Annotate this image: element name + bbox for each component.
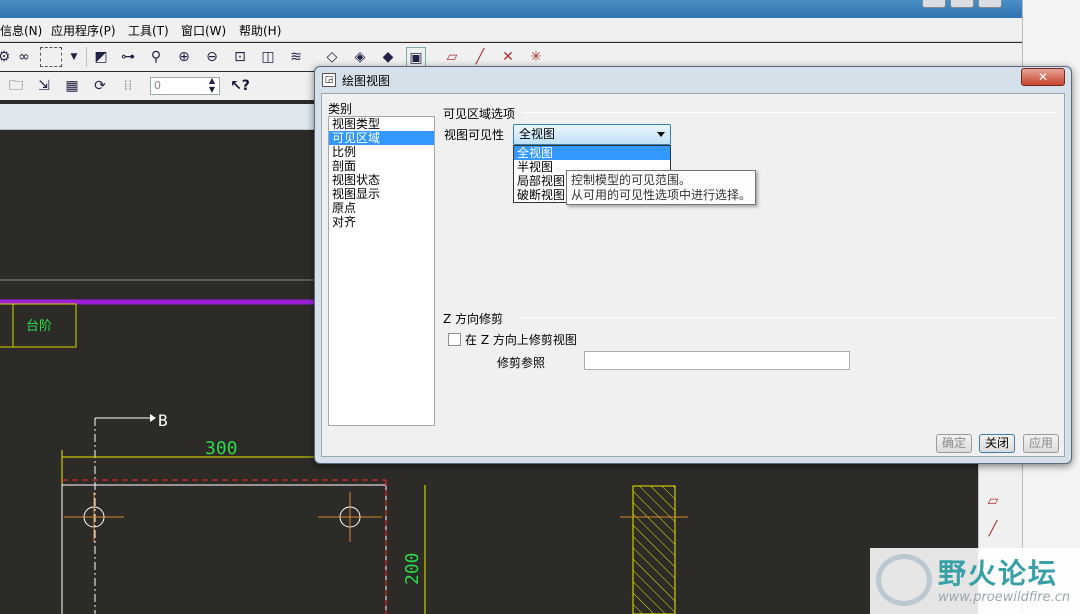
window-close-button[interactable] xyxy=(978,0,1002,8)
chevron-down-icon[interactable]: ▼ xyxy=(64,47,84,67)
category-list[interactable]: 视图类型 可见区域 比例 剖面 视图状态 视图显示 原点 对齐 xyxy=(328,116,435,426)
category-item-view-state[interactable]: 视图状态 xyxy=(329,173,434,187)
menu-help[interactable]: 帮助(H) xyxy=(239,22,281,39)
dialog-window-icon: ◲ xyxy=(322,73,336,87)
forum-watermark: 野火论坛 www.proewildfire.cn xyxy=(870,548,1080,614)
grid-icon[interactable]: ⁞⁞ xyxy=(118,76,138,96)
menu-tools[interactable]: 工具(T) xyxy=(128,22,169,39)
zoom-in-icon[interactable]: ⊕ xyxy=(174,47,194,67)
visibility-select[interactable]: 全视图 xyxy=(513,124,671,145)
move-icon[interactable]: ⇲ xyxy=(34,76,54,96)
toolbar-separator xyxy=(86,47,87,67)
datum-plane-side-icon[interactable]: ▱ xyxy=(983,491,1003,511)
z-trim-checkbox[interactable] xyxy=(448,333,461,346)
trim-reference-label: 修剪参照 xyxy=(497,356,546,370)
drawing-view-dialog: ◲ 绘图视图 ✕ 类别 视图类型 可见区域 比例 剖面 视图状态 视图显示 原点… xyxy=(314,66,1072,464)
tooltip-line-1: 控制模型的可见范围。 xyxy=(571,173,692,187)
trim-reference-field[interactable] xyxy=(584,351,850,370)
z-trim-group-title: Z 方向修剪 xyxy=(443,312,504,326)
dialog-body: 类别 视图类型 可见区域 比例 剖面 视图状态 视图显示 原点 对齐 可见区域选… xyxy=(321,93,1065,457)
visible-area-group-title: 可见区域选项 xyxy=(443,107,516,121)
folder-icon[interactable]: 🗀 xyxy=(6,76,26,96)
dimension-width: 300 xyxy=(205,438,238,459)
visibility-tooltip: 控制模型的可见范围。 从可用的可见性选项中进行选择。 xyxy=(566,170,756,205)
maximize-button[interactable] xyxy=(950,0,974,8)
coordinate-system-icon[interactable]: ✳ xyxy=(526,47,546,67)
group-divider xyxy=(522,112,1058,113)
category-item-section[interactable]: 剖面 xyxy=(329,159,434,173)
category-item-visible-area[interactable]: 可见区域 xyxy=(329,131,434,145)
datum-axis-side-icon[interactable]: ╱ xyxy=(983,519,1003,539)
section-label: B xyxy=(158,411,168,430)
minimize-button[interactable] xyxy=(922,0,946,8)
binoculars-icon[interactable]: ∞ xyxy=(14,47,34,67)
hidden-line-icon[interactable]: ◈ xyxy=(350,47,370,67)
menu-info[interactable]: 信息(N) xyxy=(0,22,42,39)
section-hatch xyxy=(632,485,676,614)
part-outline xyxy=(61,484,387,614)
zoom-out-icon[interactable]: ⊖ xyxy=(202,47,222,67)
dialog-close-button[interactable]: ✕ xyxy=(1021,68,1065,86)
close-button[interactable]: 关闭 xyxy=(979,434,1015,453)
category-label: 类别 xyxy=(328,102,353,116)
section-arrow-head xyxy=(150,414,156,422)
category-item-view-display[interactable]: 视图显示 xyxy=(329,187,434,201)
apply-button[interactable]: 应用 xyxy=(1023,434,1059,453)
filter-icon[interactable]: ⚲ xyxy=(146,47,166,67)
z-trim-divider xyxy=(518,317,1058,318)
watermark-url: www.proewildfire.cn xyxy=(938,590,1071,605)
edit-view-icon[interactable]: ◩ xyxy=(91,47,111,67)
no-hidden-icon[interactable]: ◆ xyxy=(378,47,398,67)
datum-point-icon[interactable]: ✕ xyxy=(498,47,518,67)
layers-icon[interactable]: ≋ xyxy=(286,47,306,67)
wireframe-icon[interactable]: ◇ xyxy=(322,47,342,67)
chevron-down-icon xyxy=(657,132,665,137)
zoom-fit-icon[interactable]: ⊡ xyxy=(230,47,250,67)
spinner-arrows-icon[interactable]: ▲ ▼ xyxy=(202,76,222,96)
select-box-icon[interactable] xyxy=(40,47,62,67)
visibility-select-value: 全视图 xyxy=(519,127,556,141)
table-icon[interactable]: ▦ xyxy=(62,76,82,96)
ok-button[interactable]: 确定 xyxy=(936,434,972,453)
tag-text: 台阶 xyxy=(26,319,52,334)
z-trim-checkbox-label: 在 Z 方向上修剪视图 xyxy=(465,333,577,347)
menu-window[interactable]: 窗口(W) xyxy=(181,22,226,39)
dimension-height: 200 xyxy=(402,552,423,585)
datum-axis-icon[interactable]: ╱ xyxy=(470,47,490,67)
gear-icon[interactable]: ⚙ xyxy=(0,47,14,67)
datum-plane-icon[interactable]: ▱ xyxy=(442,47,462,67)
shading-icon[interactable]: ▣ xyxy=(406,47,426,67)
category-item-view-type[interactable]: 视图类型 xyxy=(329,117,434,131)
visibility-label: 视图可见性 xyxy=(444,128,505,142)
branch-icon[interactable]: ⊶ xyxy=(118,47,138,67)
menu-applications[interactable]: 应用程序(P) xyxy=(51,22,116,39)
context-help-icon[interactable]: ↖? xyxy=(230,76,250,96)
watermark-text: 野火论坛 xyxy=(938,557,1059,590)
dialog-title: 绘图视图 xyxy=(342,74,391,88)
tooltip-line-2: 从可用的可见性选项中进行选择。 xyxy=(571,188,752,202)
menu-bar: 信息(N) 应用程序(P) 工具(T) 窗口(W) 帮助(H) xyxy=(0,18,1022,42)
refit-icon[interactable]: ◫ xyxy=(258,47,278,67)
window-title-bar xyxy=(0,0,1080,18)
butterfly-logo-icon xyxy=(876,554,932,606)
regenerate-icon[interactable]: ⟳ xyxy=(90,76,110,96)
category-item-origin[interactable]: 原点 xyxy=(329,201,434,215)
option-full-view[interactable]: 全视图 xyxy=(514,146,670,160)
category-item-scale[interactable]: 比例 xyxy=(329,145,434,159)
category-item-alignment[interactable]: 对齐 xyxy=(329,215,434,229)
